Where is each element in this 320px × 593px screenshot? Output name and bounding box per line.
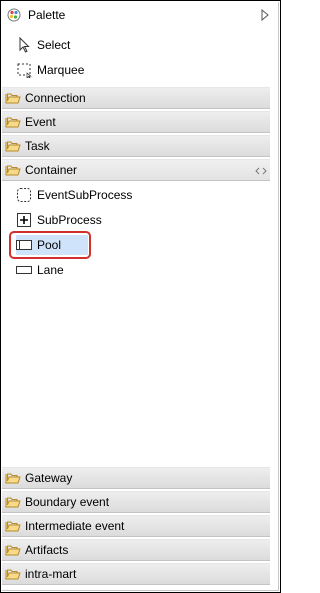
drawer-gateway-label: Gateway	[25, 471, 73, 485]
drawer-gateway[interactable]: Gateway	[2, 467, 270, 489]
pool-icon	[16, 237, 32, 253]
tool-pool-label: Pool	[37, 238, 62, 252]
drawer-connection-label: Connection	[25, 91, 86, 105]
folder-icon	[5, 543, 21, 557]
folder-icon	[5, 91, 21, 105]
drawer-artifacts-label: Artifacts	[25, 543, 69, 557]
tool-marquee[interactable]: Marquee	[16, 59, 216, 81]
palette-panel: Palette Select Marquee Connection Event …	[0, 0, 281, 593]
drawer-intra-mart-label: intra-mart	[25, 567, 77, 581]
drawer-boundary-event-label: Boundary event	[25, 495, 110, 509]
marquee-icon	[16, 62, 32, 79]
dashed-rounded-rect-icon	[16, 187, 32, 203]
drawer-task-label: Task	[25, 139, 50, 153]
drawer-event[interactable]: Event	[2, 111, 270, 133]
palette-header[interactable]: Palette	[1, 1, 278, 29]
folder-icon	[5, 115, 21, 129]
tool-marquee-label: Marquee	[37, 63, 85, 77]
drawer-intermediate-event[interactable]: Intermediate event	[2, 515, 270, 537]
drawer-intermediate-event-label: Intermediate event	[25, 519, 125, 533]
palette-title: Palette	[28, 8, 66, 22]
tool-lane-label: Lane	[37, 263, 64, 277]
drawer-connection[interactable]: Connection	[2, 87, 270, 109]
tool-select[interactable]: Select	[16, 34, 216, 56]
tool-select-label: Select	[37, 38, 71, 52]
tool-subprocess-label: SubProcess	[37, 213, 102, 227]
tool-eventsubprocess[interactable]: EventSubProcess	[16, 184, 216, 206]
drawer-boundary-event[interactable]: Boundary event	[2, 491, 270, 513]
drawer-container-label: Container	[25, 163, 78, 177]
folder-icon	[5, 567, 21, 581]
lane-icon	[16, 262, 32, 278]
tool-subprocess[interactable]: SubProcess	[16, 209, 216, 231]
drawer-container[interactable]: Container	[2, 159, 270, 181]
drawer-event-label: Event	[25, 115, 56, 129]
palette-logo-icon	[7, 8, 21, 22]
drawer-intra-mart[interactable]: intra-mart	[2, 563, 270, 585]
folder-icon	[5, 519, 21, 533]
drawer-artifacts[interactable]: Artifacts	[2, 539, 270, 561]
tool-lane[interactable]: Lane	[16, 259, 216, 281]
tool-pool[interactable]: Pool	[16, 234, 216, 256]
open-folder-icon	[5, 163, 21, 177]
collapse-arrow-icon[interactable]	[260, 8, 270, 22]
folder-icon	[5, 495, 21, 509]
folder-icon	[5, 471, 21, 485]
pin-drawer-icon[interactable]	[255, 165, 267, 175]
drawer-task[interactable]: Task	[2, 135, 270, 157]
plus-box-icon	[16, 212, 32, 228]
arrow-cursor-icon	[16, 36, 32, 53]
folder-icon	[5, 139, 21, 153]
tool-eventsubprocess-label: EventSubProcess	[37, 188, 133, 202]
